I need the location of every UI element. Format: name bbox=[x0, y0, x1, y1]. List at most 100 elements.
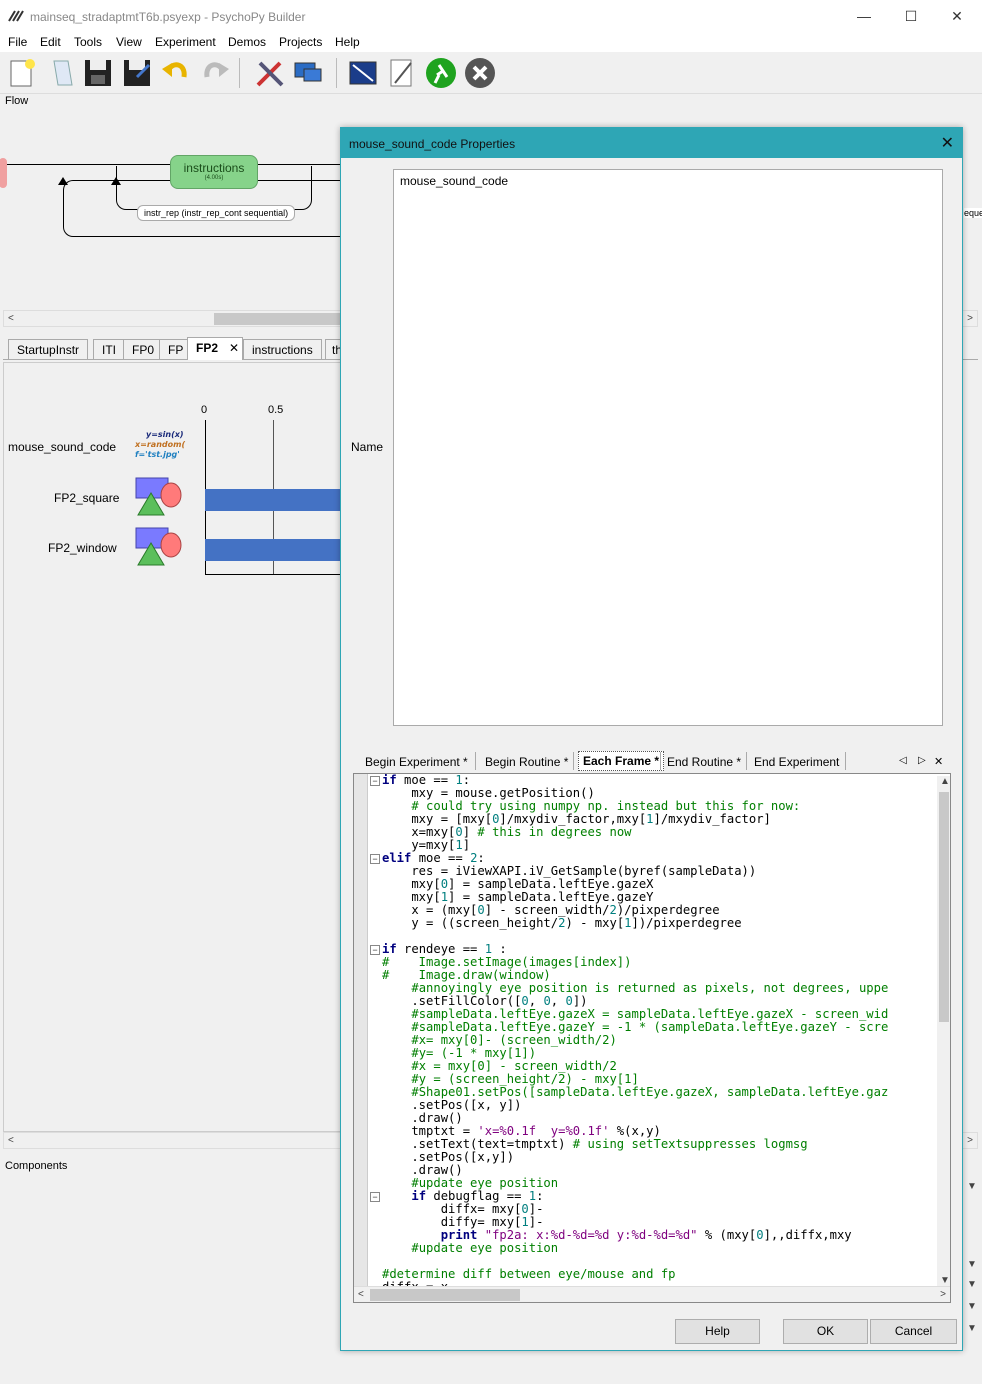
tab-iti[interactable]: ITI bbox=[93, 339, 125, 359]
code-line: #update eye position bbox=[411, 1242, 559, 1255]
tab-each-frame[interactable]: Each Frame * bbox=[578, 751, 665, 771]
code-line: if rendeye == 1 : bbox=[382, 943, 507, 956]
tab-prev-icon[interactable]: ◁ bbox=[899, 752, 907, 772]
menu-experiment[interactable]: Experiment bbox=[155, 35, 216, 49]
minimize-icon[interactable]: — bbox=[856, 8, 872, 24]
toolbar bbox=[0, 52, 982, 94]
fold-toggle-icon[interactable]: − bbox=[370, 945, 380, 955]
component-name[interactable]: mouse_sound_code bbox=[8, 440, 116, 454]
menu-edit[interactable]: Edit bbox=[40, 35, 61, 49]
expand-icon[interactable]: ▼ bbox=[967, 1323, 977, 1334]
code-vertical-scrollbar[interactable]: ▲ ▼ bbox=[937, 776, 950, 1286]
expand-icon[interactable]: ▼ bbox=[967, 1279, 977, 1290]
code-line: #y = (screen_height/2) - mxy[1] bbox=[411, 1073, 639, 1086]
compile-script-icon[interactable] bbox=[385, 57, 417, 89]
components-label: Components bbox=[5, 1160, 68, 1172]
tab-close-icon[interactable]: ✕ bbox=[934, 752, 943, 772]
name-label: Name bbox=[351, 440, 384, 454]
tab-separator bbox=[660, 752, 661, 770]
expand-icon[interactable]: ▼ bbox=[967, 1259, 977, 1270]
code-line: diffy= mxy[1]- bbox=[382, 1216, 544, 1229]
tab-end-experiment[interactable]: End Experiment bbox=[754, 752, 839, 772]
tab-fp2[interactable]: FP2 ✕ bbox=[187, 337, 243, 360]
monitor-center-icon[interactable] bbox=[292, 57, 324, 89]
new-file-icon[interactable] bbox=[6, 57, 38, 89]
menu-tools[interactable]: Tools bbox=[74, 35, 102, 49]
close-tab-icon[interactable]: ✕ bbox=[229, 341, 239, 355]
close-icon[interactable]: ✕ bbox=[949, 8, 965, 24]
loop-arrow-icon bbox=[111, 177, 121, 185]
fold-toggle-icon[interactable]: − bbox=[370, 854, 380, 864]
window-title: mainseq_stradaptmtT6b.psyexp - PsychoPy … bbox=[30, 10, 306, 24]
scroll-right-icon[interactable]: > bbox=[940, 1289, 946, 1300]
routine-fragment[interactable] bbox=[0, 158, 7, 188]
component-duration-bar[interactable] bbox=[205, 539, 342, 561]
menu-view[interactable]: View bbox=[116, 35, 142, 49]
scroll-right-icon[interactable]: > bbox=[967, 313, 973, 324]
tab-end-routine[interactable]: End Routine * bbox=[667, 752, 741, 772]
name-value: mouse_sound_code bbox=[400, 174, 509, 188]
code-line: mxy = mouse.getPosition() bbox=[382, 787, 595, 800]
name-field[interactable]: mouse_sound_code bbox=[393, 169, 943, 726]
scroll-left-icon[interactable]: < bbox=[358, 1289, 364, 1300]
scroll-up-icon[interactable]: ▲ bbox=[940, 776, 950, 787]
scroll-down-icon[interactable]: ▼ bbox=[940, 1275, 950, 1286]
code-line: #sampleData.leftEye.gazeY = -1 * (sample… bbox=[411, 1021, 889, 1034]
redo-icon[interactable] bbox=[199, 57, 231, 89]
tab-startupinstr[interactable]: StartupInstr bbox=[8, 339, 89, 359]
scroll-thumb[interactable] bbox=[939, 792, 949, 1022]
scroll-thumb[interactable] bbox=[214, 313, 354, 325]
tab-next-icon[interactable]: ▷ bbox=[918, 752, 926, 772]
expand-icon[interactable]: ▼ bbox=[967, 1181, 977, 1192]
scroll-right-icon[interactable]: > bbox=[967, 1135, 973, 1146]
shape-icon[interactable] bbox=[135, 527, 183, 567]
fold-toggle-icon[interactable]: − bbox=[370, 776, 380, 786]
properties-dialog: mouse_sound_code Properties ✕ Name mouse… bbox=[340, 127, 963, 1351]
help-button[interactable]: Help bbox=[675, 1319, 760, 1344]
scroll-thumb[interactable] bbox=[370, 1289, 520, 1301]
component-name[interactable]: FP2_window bbox=[48, 541, 117, 555]
code-line: y=mxy[1] bbox=[382, 839, 471, 852]
ok-button[interactable]: OK bbox=[783, 1319, 868, 1344]
scroll-left-icon[interactable]: < bbox=[8, 313, 14, 324]
code-horizontal-scrollbar[interactable]: < > bbox=[354, 1286, 950, 1302]
component-duration-bar[interactable] bbox=[205, 489, 342, 511]
tab-instructions[interactable]: instructions bbox=[243, 339, 322, 359]
title-bar: mainseq_stradaptmtT6b.psyexp - PsychoPy … bbox=[0, 0, 982, 32]
flow-loop-fragment: eque bbox=[964, 208, 982, 218]
loop-label[interactable]: instr_rep (instr_rep_cont sequential) bbox=[137, 205, 296, 221]
code-text[interactable]: if moe == 1: mxy = mouse.getPosition() #… bbox=[382, 774, 937, 1286]
menu-help[interactable]: Help bbox=[335, 35, 360, 49]
menu-file[interactable]: File bbox=[8, 35, 27, 49]
fold-toggle-icon[interactable]: − bbox=[370, 1192, 380, 1202]
tab-begin-experiment[interactable]: Begin Experiment * bbox=[365, 752, 468, 772]
cancel-button[interactable]: Cancel bbox=[870, 1319, 957, 1344]
close-icon[interactable]: ✕ bbox=[941, 133, 954, 153]
dialog-title-bar: mouse_sound_code Properties ✕ bbox=[341, 128, 962, 158]
run-icon[interactable] bbox=[425, 57, 457, 89]
preferences-icon[interactable] bbox=[254, 57, 286, 89]
save-icon[interactable] bbox=[82, 57, 114, 89]
save-as-icon[interactable] bbox=[121, 57, 153, 89]
menu-demos[interactable]: Demos bbox=[228, 35, 266, 49]
tab-separator bbox=[475, 752, 476, 770]
tab-begin-routine[interactable]: Begin Routine * bbox=[485, 752, 568, 772]
code-line: .draw() bbox=[382, 1112, 463, 1125]
open-file-icon[interactable] bbox=[46, 57, 78, 89]
scroll-left-icon[interactable]: < bbox=[8, 1135, 14, 1146]
component-name[interactable]: FP2_square bbox=[54, 491, 119, 505]
stop-icon[interactable] bbox=[464, 57, 496, 89]
undo-icon[interactable] bbox=[160, 57, 192, 89]
expand-icon[interactable]: ▼ bbox=[967, 1301, 977, 1312]
flow-routine-instructions[interactable]: instructions (4.00s) bbox=[170, 155, 258, 189]
experiment-settings-icon[interactable] bbox=[347, 57, 379, 89]
code-icon[interactable]: y=sin(x) x=random( f='tst.jpg' bbox=[135, 430, 185, 464]
menu-projects[interactable]: Projects bbox=[279, 35, 322, 49]
maximize-icon[interactable]: ☐ bbox=[903, 8, 919, 24]
shape-icon[interactable] bbox=[135, 477, 183, 517]
code-editor[interactable]: − − − − if moe == 1: mxy = mouse.getPosi… bbox=[353, 773, 951, 1303]
code-line: tmptxt = 'x=%0.1f y=%0.1f' %(x,y) bbox=[382, 1125, 661, 1138]
tab-fp0[interactable]: FP0 bbox=[123, 339, 164, 359]
